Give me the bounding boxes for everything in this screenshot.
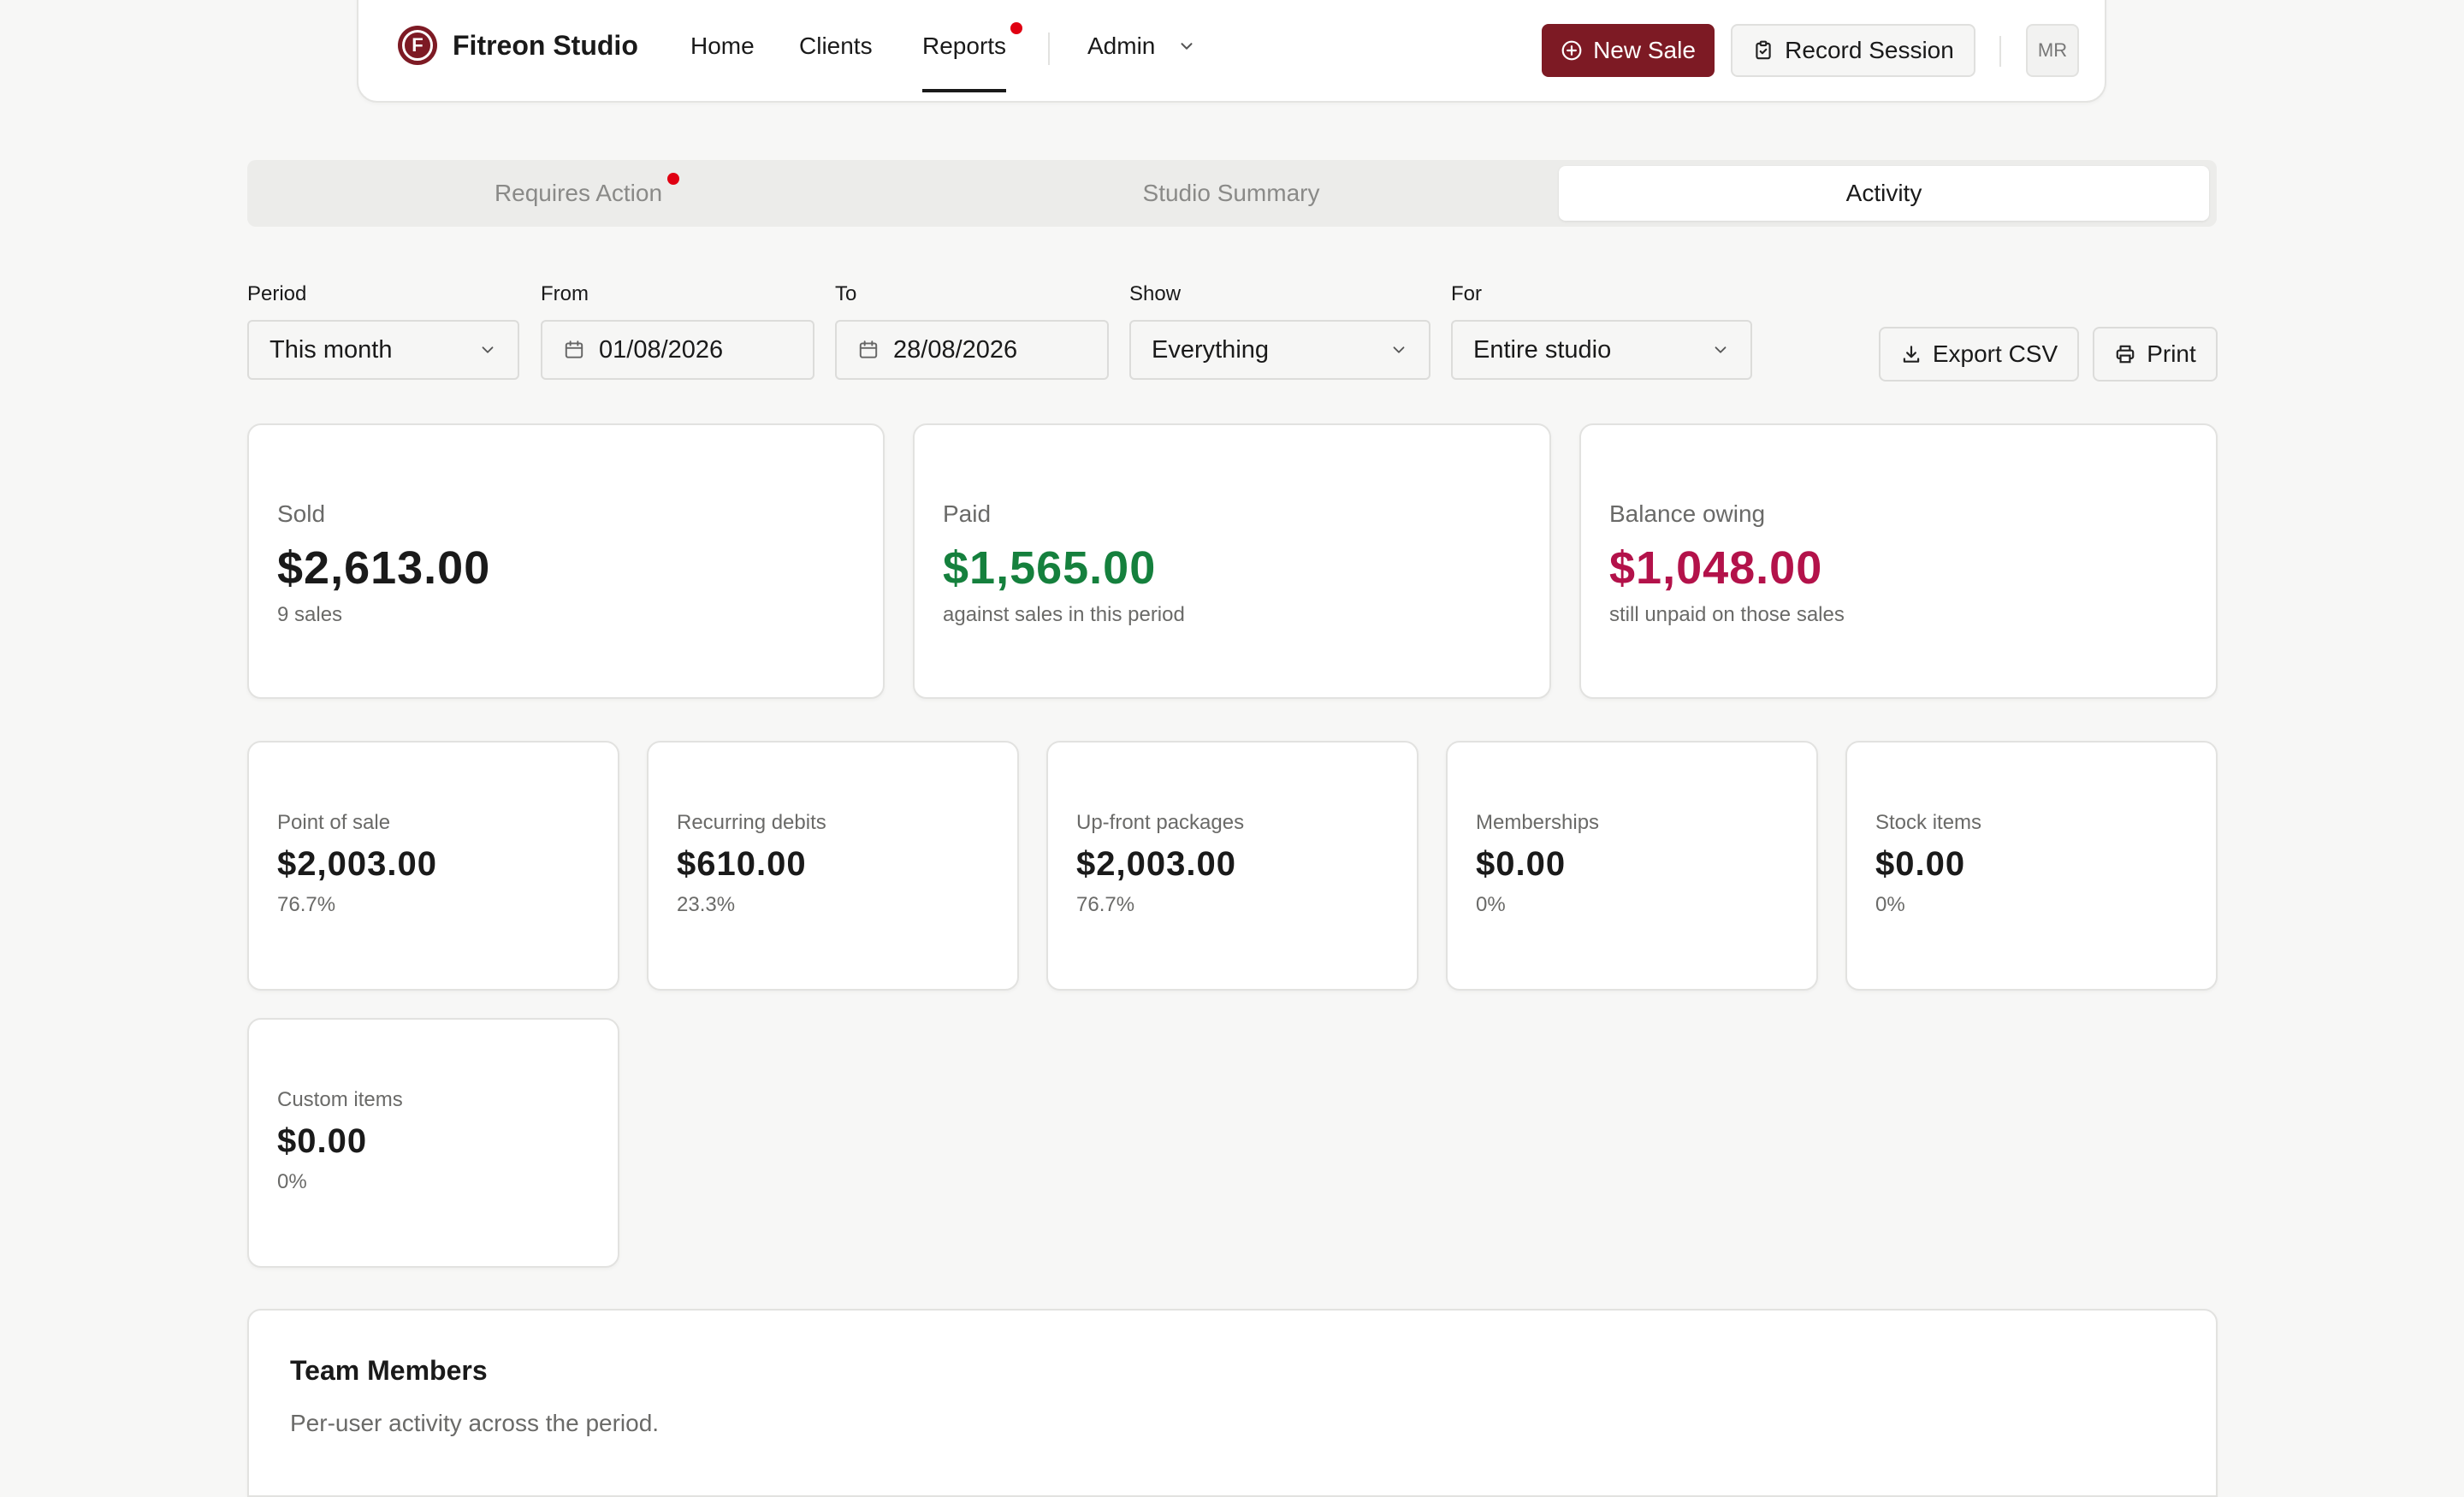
card-value: $2,003.00 bbox=[1076, 845, 1236, 883]
card-subtext: 23.3% bbox=[677, 893, 736, 916]
card-label: Recurring debits bbox=[677, 811, 826, 834]
from-date-value: 01/08/2026 bbox=[599, 335, 724, 364]
record-session-button[interactable]: Record Session bbox=[1731, 24, 1975, 77]
period-select[interactable]: This month bbox=[247, 320, 519, 380]
breakdown-card-memberships: Memberships $0.00 0% bbox=[1446, 741, 1818, 991]
card-subtext: 0% bbox=[1476, 893, 1506, 916]
calendar-icon bbox=[857, 339, 880, 361]
card-subtext: against sales in this period bbox=[943, 603, 1185, 626]
show-label: Show bbox=[1129, 282, 1182, 305]
new-sale-button[interactable]: New Sale bbox=[1542, 24, 1715, 77]
brand-logo-icon: F bbox=[398, 26, 437, 65]
card-value: $2,613.00 bbox=[277, 542, 491, 594]
card-subtext: 0% bbox=[1875, 893, 1905, 916]
card-value: $0.00 bbox=[277, 1122, 368, 1160]
tab-studio-summary[interactable]: Studio Summary bbox=[906, 166, 1556, 221]
avatar[interactable]: MR bbox=[2026, 24, 2079, 77]
download-icon bbox=[1900, 343, 1922, 365]
team-members-subtitle: Per-user activity across the period. bbox=[290, 1410, 660, 1436]
breakdown-card-point-of-sale: Point of sale $2,003.00 76.7% bbox=[247, 741, 619, 991]
summary-card-paid: Paid $1,565.00 against sales in this per… bbox=[913, 423, 1551, 699]
reports-notification-dot bbox=[1010, 22, 1022, 34]
breakdown-card-stock-items: Stock items $0.00 0% bbox=[1845, 741, 2218, 991]
card-subtext: 76.7% bbox=[277, 893, 336, 916]
print-button[interactable]: Print bbox=[2093, 327, 2218, 382]
card-label: Custom items bbox=[277, 1088, 403, 1111]
export-csv-label: Export CSV bbox=[1932, 340, 2058, 367]
card-value: $1,048.00 bbox=[1609, 542, 1823, 594]
period-label: Period bbox=[247, 282, 307, 305]
card-value: $0.00 bbox=[1476, 845, 1567, 883]
tab-studio-summary-label: Studio Summary bbox=[1142, 180, 1320, 206]
card-value: $610.00 bbox=[677, 845, 807, 883]
for-select[interactable]: Entire studio bbox=[1451, 320, 1752, 380]
tab-requires-action-label: Requires Action bbox=[494, 180, 663, 206]
card-value: $1,565.00 bbox=[943, 542, 1157, 594]
print-label: Print bbox=[2147, 340, 2196, 367]
team-members-section: Team Members Per-user activity across th… bbox=[247, 1309, 2218, 1497]
export-csv-button[interactable]: Export CSV bbox=[1879, 327, 2079, 382]
nav-admin-label: Admin bbox=[1087, 33, 1156, 59]
card-subtext: 76.7% bbox=[1076, 893, 1135, 916]
calendar-icon bbox=[563, 339, 585, 361]
record-session-label: Record Session bbox=[1785, 37, 1954, 63]
card-label: Sold bbox=[277, 500, 326, 527]
card-subtext: 0% bbox=[277, 1170, 307, 1193]
card-label: Paid bbox=[943, 500, 992, 527]
for-value: Entire studio bbox=[1473, 335, 1612, 364]
chevron-down-icon bbox=[482, 346, 494, 353]
brand[interactable]: F Fitreon Studio bbox=[398, 26, 638, 65]
nav-clients[interactable]: Clients bbox=[799, 33, 873, 60]
card-label: Memberships bbox=[1476, 811, 1600, 834]
chevron-down-icon bbox=[1715, 346, 1727, 353]
summary-card-balance-owing: Balance owing $1,048.00 still unpaid on … bbox=[1579, 423, 2218, 699]
to-label: To bbox=[835, 282, 857, 305]
card-value: $2,003.00 bbox=[277, 845, 437, 883]
new-sale-label: New Sale bbox=[1593, 37, 1696, 63]
tab-requires-action[interactable]: Requires Action bbox=[253, 166, 903, 221]
summary-card-sold: Sold $2,613.00 9 sales bbox=[247, 423, 885, 699]
report-tabs: Requires Action Studio Summary Activity bbox=[247, 160, 2217, 227]
from-date-input[interactable]: 01/08/2026 bbox=[541, 320, 814, 380]
show-select[interactable]: Everything bbox=[1129, 320, 1430, 380]
tab-activity[interactable]: Activity bbox=[1559, 166, 2209, 221]
top-navigation: F Fitreon Studio Home Clients Reports Ad… bbox=[357, 0, 2106, 103]
card-label: Point of sale bbox=[277, 811, 391, 834]
show-value: Everything bbox=[1152, 335, 1270, 364]
nav-admin-dropdown[interactable]: Admin bbox=[1087, 33, 1196, 60]
card-label: Up-front packages bbox=[1076, 811, 1245, 834]
nav-home[interactable]: Home bbox=[690, 33, 755, 60]
nav-reports[interactable]: Reports bbox=[922, 33, 1007, 92]
to-date-value: 28/08/2026 bbox=[893, 335, 1018, 364]
card-label: Balance owing bbox=[1609, 500, 1766, 527]
card-subtext: still unpaid on those sales bbox=[1609, 603, 1845, 626]
card-label: Stock items bbox=[1875, 811, 1982, 834]
from-label: From bbox=[541, 282, 589, 305]
to-date-input[interactable]: 28/08/2026 bbox=[835, 320, 1109, 380]
for-label: For bbox=[1451, 282, 1482, 305]
card-value: $0.00 bbox=[1875, 845, 1966, 883]
plus-circle-icon bbox=[1561, 39, 1583, 62]
team-members-title: Team Members bbox=[290, 1355, 488, 1386]
requires-action-notification-dot bbox=[667, 173, 680, 185]
breakdown-card-custom-items: Custom items $0.00 0% bbox=[247, 1018, 619, 1268]
clipboard-check-icon bbox=[1752, 39, 1774, 62]
card-subtext: 9 sales bbox=[277, 603, 343, 626]
period-value: This month bbox=[270, 335, 393, 364]
chevron-down-icon bbox=[1393, 346, 1405, 353]
chevron-down-icon bbox=[1181, 42, 1193, 50]
breakdown-card-up-front-packages: Up-front packages $2,003.00 76.7% bbox=[1046, 741, 1419, 991]
breakdown-card-recurring-debits: Recurring debits $610.00 23.3% bbox=[647, 741, 1019, 991]
brand-name: Fitreon Studio bbox=[453, 29, 638, 61]
tab-activity-label: Activity bbox=[1845, 180, 1922, 206]
header-divider bbox=[1999, 36, 2001, 67]
printer-icon bbox=[2114, 343, 2136, 365]
nav-divider bbox=[1048, 33, 1050, 65]
